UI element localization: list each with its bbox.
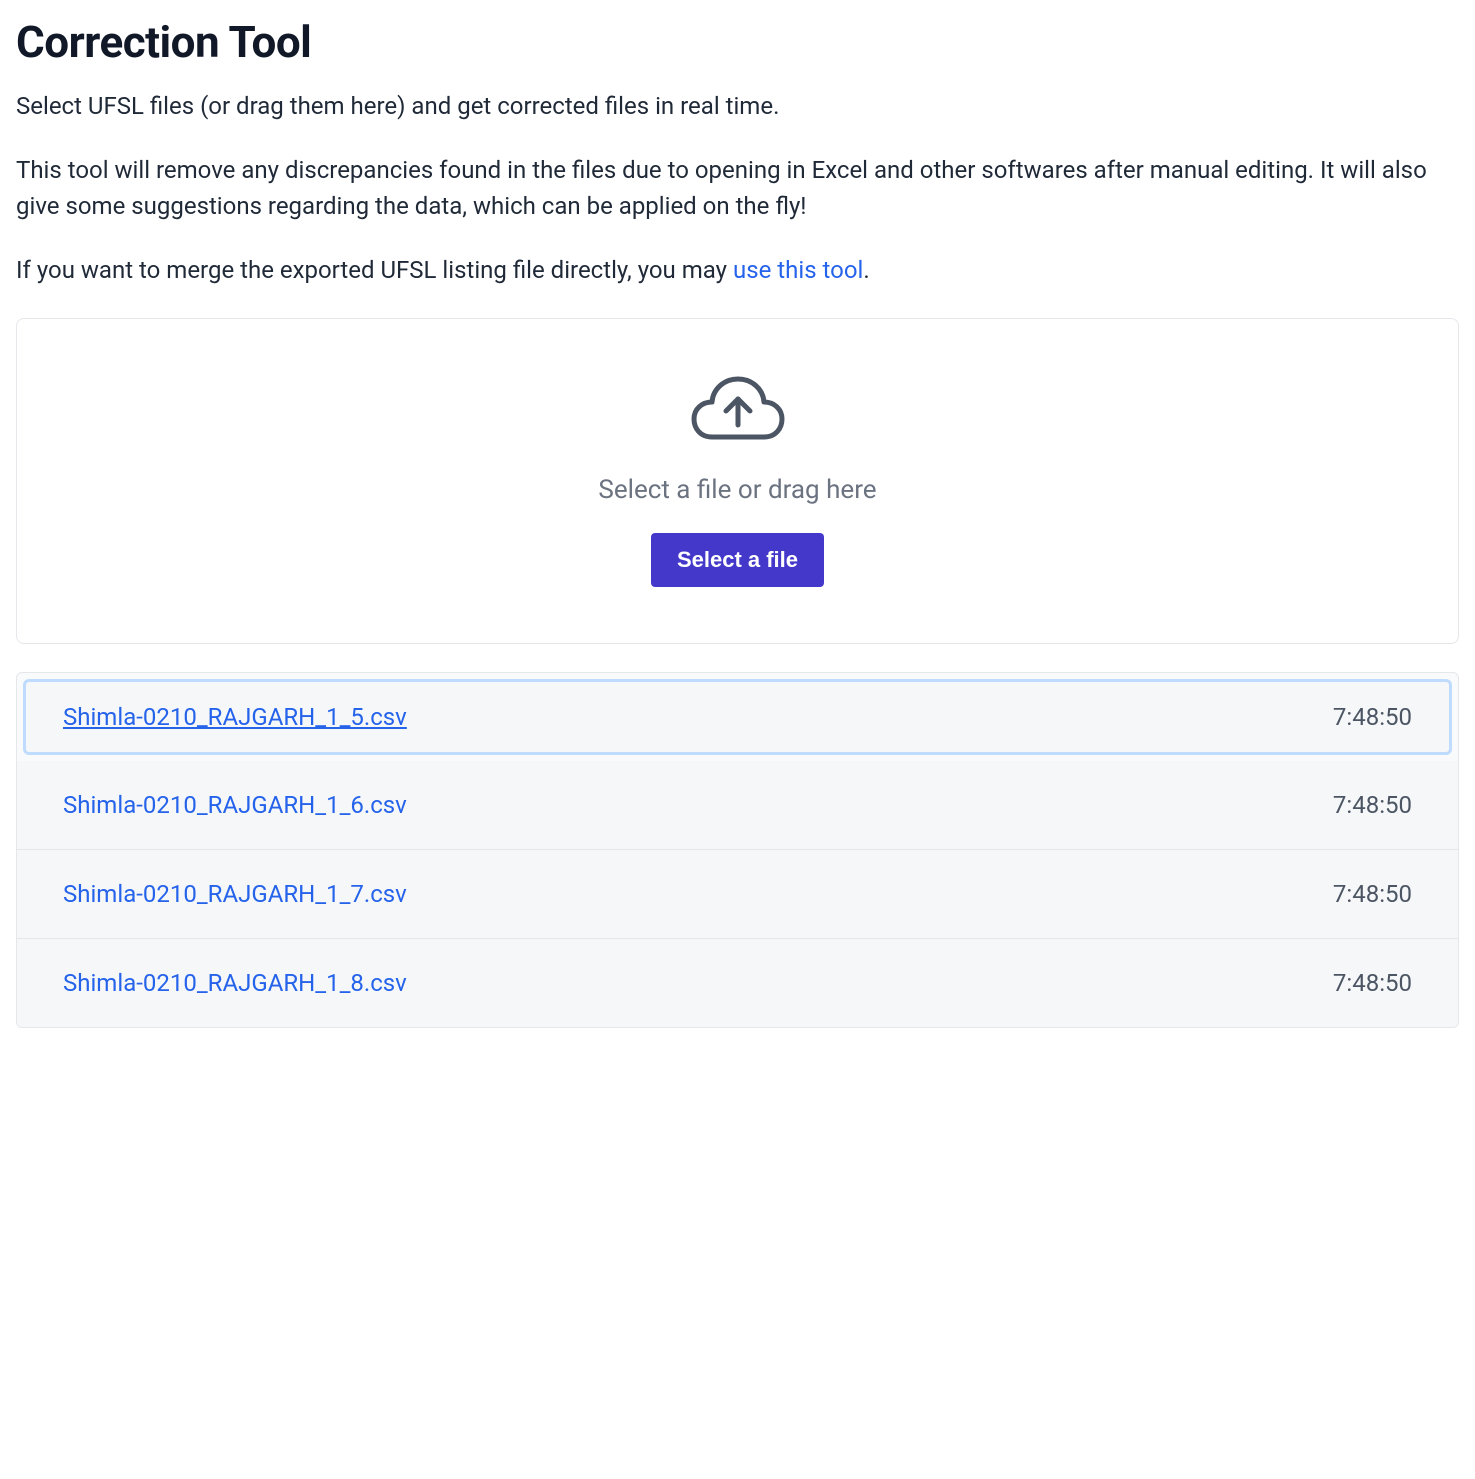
intro-line-2: This tool will remove any discrepancies …: [16, 152, 1459, 224]
select-file-button[interactable]: Select a file: [651, 533, 824, 587]
file-timestamp: 7:48:50: [1333, 703, 1412, 731]
file-row[interactable]: Shimla-0210_RAJGARH_1_6.csv 7:48:50: [17, 761, 1458, 850]
file-name-link[interactable]: Shimla-0210_RAJGARH_1_6.csv: [63, 791, 407, 819]
file-list: Shimla-0210_RAJGARH_1_5.csv 7:48:50 Shim…: [16, 672, 1459, 1028]
intro-line-3-suffix: .: [863, 256, 869, 284]
file-timestamp: 7:48:50: [1333, 969, 1412, 997]
file-timestamp: 7:48:50: [1333, 791, 1412, 819]
cloud-upload-icon: [690, 375, 786, 445]
file-name-link[interactable]: Shimla-0210_RAJGARH_1_5.csv: [63, 703, 407, 731]
intro-line-3: If you want to merge the exported UFSL l…: [16, 252, 1459, 288]
intro-line-1: Select UFSL files (or drag them here) an…: [16, 88, 1459, 124]
file-name-link[interactable]: Shimla-0210_RAJGARH_1_8.csv: [63, 969, 407, 997]
intro-line-3-prefix: If you want to merge the exported UFSL l…: [16, 256, 733, 284]
file-timestamp: 7:48:50: [1333, 880, 1412, 908]
page-container: Correction Tool Select UFSL files (or dr…: [16, 16, 1459, 1028]
file-name-link[interactable]: Shimla-0210_RAJGARH_1_7.csv: [63, 880, 407, 908]
upload-icon-wrap: [37, 375, 1438, 445]
file-row[interactable]: Shimla-0210_RAJGARH_1_7.csv 7:48:50: [17, 850, 1458, 939]
file-row[interactable]: Shimla-0210_RAJGARH_1_8.csv 7:48:50: [17, 939, 1458, 1027]
page-title: Correction Tool: [16, 16, 1459, 68]
file-row[interactable]: Shimla-0210_RAJGARH_1_5.csv 7:48:50: [23, 679, 1452, 755]
dropzone-instruction: Select a file or drag here: [37, 475, 1438, 505]
file-dropzone[interactable]: Select a file or drag here Select a file: [16, 318, 1459, 644]
use-this-tool-link[interactable]: use this tool: [733, 256, 863, 284]
